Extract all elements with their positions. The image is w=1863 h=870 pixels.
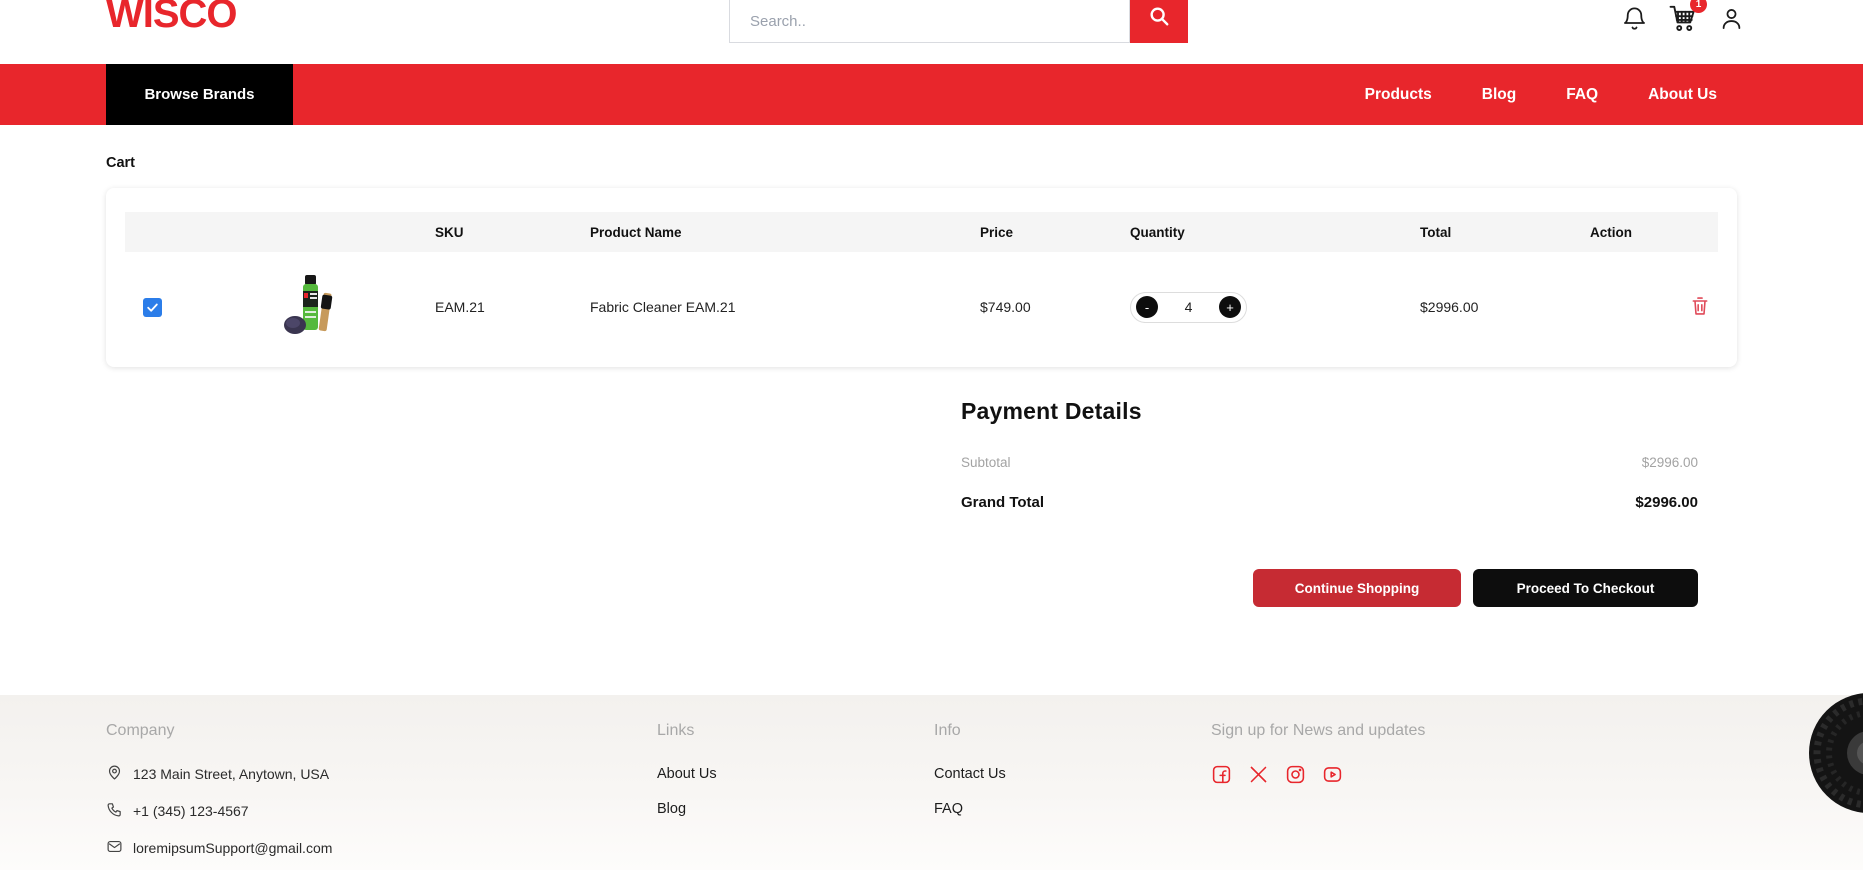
footer-info-title: Info <box>934 722 1006 740</box>
footer-company-column: Company 123 Main Street, Anytown, USA +1… <box>106 695 332 858</box>
product-image[interactable] <box>283 273 337 342</box>
nav-link-about-us[interactable]: About Us <box>1648 86 1717 104</box>
youtube-icon[interactable] <box>1322 764 1343 785</box>
item-checkbox[interactable] <box>143 298 162 317</box>
item-price: $749.00 <box>980 299 1130 315</box>
x-icon[interactable] <box>1248 764 1269 785</box>
payment-actions: Continue Shopping Proceed To Checkout <box>961 569 1698 607</box>
payment-details-title: Payment Details <box>961 398 1698 425</box>
column-header-sku: SKU <box>435 225 590 240</box>
cart-item-row: EAM.21 Fabric Cleaner EAM.21 $749.00 - 4… <box>125 252 1718 362</box>
user-icon <box>1718 5 1745 37</box>
footer-email[interactable]: loremipsumSupport@gmail.com <box>106 838 332 858</box>
page-title: Cart <box>106 155 135 171</box>
grand-total-label: Grand Total <box>961 494 1044 511</box>
payment-details-section: Payment Details Subtotal $2996.00 Grand … <box>961 398 1698 607</box>
browse-brands-button[interactable]: Browse Brands <box>106 64 293 125</box>
header-icons: 1 <box>1621 3 1745 38</box>
brand-logo[interactable]: WISCO <box>106 0 237 37</box>
footer-links-column: Links About Us Blog <box>657 695 717 817</box>
quantity-increase-button[interactable]: + <box>1219 296 1241 318</box>
footer-company-title: Company <box>106 722 332 740</box>
nav-link-faq[interactable]: FAQ <box>1566 86 1598 104</box>
grand-total-row: Grand Total $2996.00 <box>961 494 1698 511</box>
footer-link-blog[interactable]: Blog <box>657 801 717 817</box>
footer-address-text: 123 Main Street, Anytown, USA <box>133 766 329 782</box>
quantity-stepper: - 4 + <box>1130 292 1247 323</box>
search-icon <box>1148 5 1170 30</box>
cart-button[interactable]: 1 <box>1668 3 1698 38</box>
subtotal-label: Subtotal <box>961 455 1011 470</box>
footer-links-title: Links <box>657 722 717 740</box>
phone-icon <box>106 801 123 821</box>
footer-info-column: Info Contact Us FAQ <box>934 695 1006 817</box>
footer-phone[interactable]: +1 (345) 123-4567 <box>106 801 332 821</box>
item-total: $2996.00 <box>1420 299 1590 315</box>
proceed-to-checkout-button[interactable]: Proceed To Checkout <box>1473 569 1698 607</box>
main-navbar: Browse Brands Products Blog FAQ About Us <box>0 64 1863 125</box>
column-header-product-name: Product Name <box>590 225 980 240</box>
nav-link-blog[interactable]: Blog <box>1482 86 1516 104</box>
envelope-icon <box>106 838 123 858</box>
search-box <box>729 0 1130 43</box>
cart-card: SKU Product Name Price Quantity Total Ac… <box>106 188 1737 367</box>
location-pin-icon <box>106 764 123 784</box>
top-header: WISCO <box>0 0 1863 64</box>
column-header-total: Total <box>1420 225 1590 240</box>
cart-table-header: SKU Product Name Price Quantity Total Ac… <box>125 212 1718 252</box>
footer-address: 123 Main Street, Anytown, USA <box>106 764 332 784</box>
search-input[interactable] <box>730 0 1129 42</box>
footer-phone-text: +1 (345) 123-4567 <box>133 803 249 819</box>
continue-shopping-button[interactable]: Continue Shopping <box>1253 569 1461 607</box>
notifications-button[interactable] <box>1621 5 1648 37</box>
nav-link-products[interactable]: Products <box>1365 86 1432 104</box>
account-button[interactable] <box>1718 5 1745 37</box>
item-name[interactable]: Fabric Cleaner EAM.21 <box>590 299 980 315</box>
delete-item-button[interactable] <box>1690 295 1710 320</box>
subtotal-row: Subtotal $2996.00 <box>961 455 1698 470</box>
item-sku: EAM.21 <box>435 299 590 315</box>
social-icons <box>1211 764 1425 785</box>
facebook-icon[interactable] <box>1211 764 1232 785</box>
cart-badge: 1 <box>1690 0 1707 13</box>
footer: Company 123 Main Street, Anytown, USA +1… <box>0 695 1863 870</box>
grand-total-value: $2996.00 <box>1635 494 1698 511</box>
subtotal-value: $2996.00 <box>1642 455 1698 470</box>
quantity-decrease-button[interactable]: - <box>1136 296 1158 318</box>
footer-link-about-us[interactable]: About Us <box>657 766 717 782</box>
column-header-quantity: Quantity <box>1130 225 1420 240</box>
footer-newsletter-title: Sign up for News and updates <box>1211 722 1425 740</box>
column-header-action: Action <box>1590 225 1718 240</box>
trash-icon <box>1690 295 1710 320</box>
footer-newsletter-column: Sign up for News and updates <box>1211 695 1425 785</box>
nav-links: Products Blog FAQ About Us <box>1365 64 1717 125</box>
bell-icon <box>1621 5 1648 37</box>
footer-link-faq[interactable]: FAQ <box>934 801 1006 817</box>
quantity-value: 4 <box>1185 299 1193 315</box>
footer-link-contact-us[interactable]: Contact Us <box>934 766 1006 782</box>
column-header-price: Price <box>980 225 1130 240</box>
instagram-icon[interactable] <box>1285 764 1306 785</box>
footer-email-text: loremipsumSupport@gmail.com <box>133 840 332 856</box>
search-button[interactable] <box>1130 0 1188 43</box>
